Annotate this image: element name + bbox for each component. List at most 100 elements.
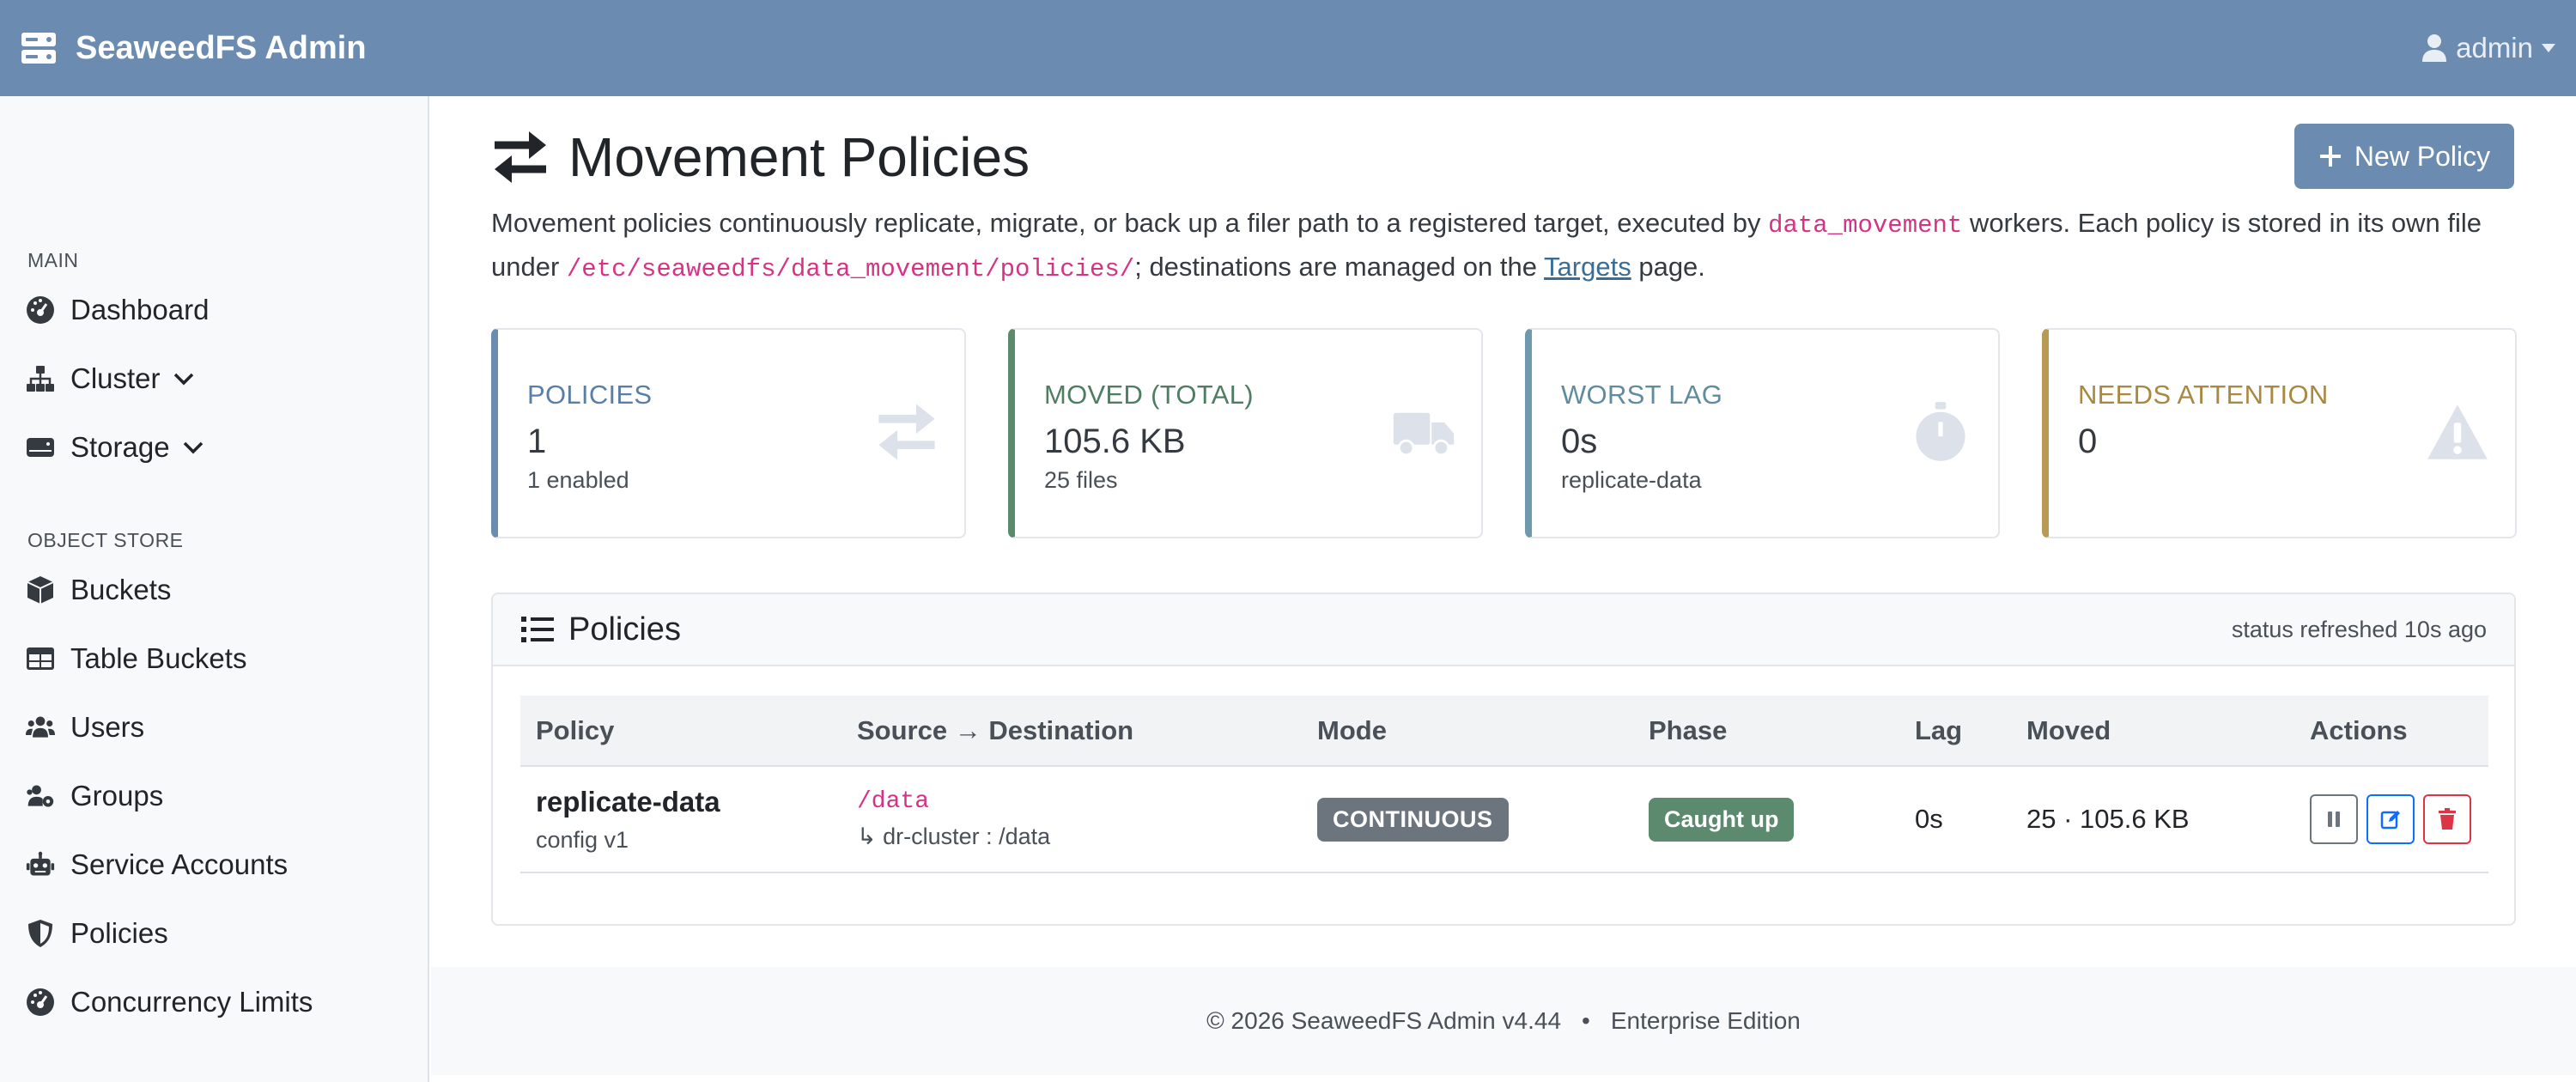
col-moved: Moved (2011, 696, 2294, 767)
truck-icon (1393, 412, 1455, 457)
policy-config: config v1 (536, 826, 629, 853)
users-icon (26, 716, 55, 738)
sidebar-heading-main: MAIN (27, 249, 79, 271)
stopwatch-icon (1916, 402, 1965, 461)
desc-text: ; destinations are managed on the (1134, 252, 1545, 282)
delete-button[interactable] (2423, 794, 2471, 844)
desc-text: Movement policies continuously replicate… (491, 208, 1769, 238)
footer-copyright: © 2026 SeaweedFS Admin v4.44 (1206, 1007, 1562, 1034)
policy-name[interactable]: replicate-data (536, 786, 841, 818)
table-icon (27, 647, 54, 670)
destination-path: ↳ dr-cluster : /data (857, 824, 1051, 849)
pause-button[interactable] (2310, 794, 2358, 844)
page-description: Movement policies continuously replicate… (491, 203, 2518, 290)
main-content: Movement Policies New Policy Movement po… (431, 96, 2576, 1082)
footer: © 2026 SeaweedFS Admin v4.44 • Enterpris… (431, 967, 2576, 1075)
sidebar-item-concurrency-limits[interactable]: Concurrency Limits (26, 986, 313, 1018)
shield-icon (28, 920, 52, 947)
user-icon (2422, 34, 2447, 62)
list-icon (521, 617, 554, 642)
stat-label: NEEDS ATTENTION (2078, 380, 2329, 410)
desc-text: page. (1631, 252, 1705, 282)
mode-badge: CONTINUOUS (1317, 797, 1509, 842)
col-actions: Actions (2294, 696, 2488, 767)
source-destination-cell: /data ↳ dr-cluster : /data (841, 766, 1302, 873)
chevron-down-icon (173, 373, 193, 386)
stat-value: 0 (2078, 422, 2098, 460)
exchange-icon (878, 404, 935, 460)
desc-code-worker: data_movement (1768, 211, 1963, 240)
footer-edition: Enterprise Edition (1610, 1007, 1801, 1034)
sidebar-item-service-accounts[interactable]: Service Accounts (26, 848, 288, 881)
brand[interactable]: SeaweedFS Admin (21, 30, 367, 67)
sidebar-item-storage[interactable]: Storage (26, 431, 204, 464)
edit-button[interactable] (2366, 794, 2415, 844)
sidebar-item-label: Groups (70, 780, 164, 812)
sidebar-item-groups[interactable]: Groups (26, 780, 163, 812)
stat-card-worst-lag: WORST LAG 0s replicate-data (1525, 328, 2000, 538)
sidebar-item-dashboard[interactable]: Dashboard (26, 294, 209, 326)
lag-cell: 0s (1899, 766, 2011, 873)
sitemap-icon (27, 366, 54, 392)
pause-icon (2328, 812, 2340, 827)
trash-icon (2439, 808, 2456, 830)
dashboard-icon (27, 296, 54, 324)
panel-title: Policies (520, 611, 681, 648)
hdd-icon (27, 438, 54, 457)
user-menu[interactable]: admin (2421, 32, 2555, 64)
new-policy-label: New Policy (2354, 140, 2491, 172)
gauge-icon (27, 988, 54, 1016)
footer-separator: • (1582, 1007, 1590, 1034)
sidebar-item-label: Users (70, 711, 145, 743)
policies-panel: Policies status refreshed 10s ago Policy… (491, 593, 2516, 926)
sidebar-item-policies[interactable]: Policies (26, 917, 168, 950)
edit-icon (2380, 811, 2400, 830)
stat-value: 105.6 KB (1044, 422, 1186, 460)
targets-link[interactable]: Targets (1544, 252, 1631, 282)
phase-cell: Caught up (1633, 766, 1899, 873)
new-policy-button[interactable]: New Policy (2294, 124, 2514, 189)
col-policy: Policy (520, 696, 841, 767)
stat-label: POLICIES (527, 380, 653, 410)
sidebar-item-label: Cluster (70, 362, 161, 394)
desc-code-path: /etc/seaweedfs/data_movement/policies/ (566, 255, 1135, 283)
actions-cell (2294, 766, 2488, 873)
stat-sub: replicate-data (1561, 467, 1702, 493)
col-source-destination: Source → Destination (841, 696, 1302, 767)
sidebar-item-label: Storage (70, 431, 170, 463)
phase-badge: Caught up (1649, 797, 1795, 842)
stat-card-policies: POLICIES 1 1 enabled (491, 328, 966, 538)
plus-icon (2319, 146, 2341, 167)
col-phase: Phase (1633, 696, 1899, 767)
stat-value: 1 (527, 422, 547, 460)
moved-cell: 25 · 105.6 KB (2011, 766, 2294, 873)
policies-table: Policy Source → Destination Mode Phase L… (520, 696, 2488, 873)
source-path: /data (857, 788, 930, 815)
chevron-down-icon (183, 441, 203, 454)
sidebar-heading-object-store: OBJECT STORE (27, 529, 184, 551)
stat-card-moved: MOVED (TOTAL) 105.6 KB 25 files (1008, 328, 1483, 538)
exchange-icon (495, 131, 546, 183)
stat-card-needs-attention: NEEDS ATTENTION 0 (2042, 328, 2517, 538)
users-cog-icon (27, 785, 54, 807)
cube-icon (27, 576, 54, 604)
sidebar-item-table-buckets[interactable]: Table Buckets (26, 642, 246, 675)
sidebar-item-cluster[interactable]: Cluster (26, 362, 195, 395)
sidebar-item-buckets[interactable]: Buckets (26, 574, 171, 606)
sidebar-item-label: Service Accounts (70, 848, 289, 880)
warning-icon (2427, 404, 2488, 459)
stat-label: WORST LAG (1561, 380, 1723, 410)
top-navbar: SeaweedFS Admin admin (0, 0, 2576, 96)
sidebar-item-users[interactable]: Users (26, 711, 144, 744)
mode-cell: CONTINUOUS (1302, 766, 1633, 873)
col-lag: Lag (1899, 696, 2011, 767)
stat-value: 0s (1561, 422, 1598, 460)
sidebar-item-label: Concurrency Limits (70, 986, 313, 1018)
table-row: replicate-data config v1 /data ↳ dr-clus… (520, 766, 2488, 873)
sidebar-item-label: Dashboard (70, 294, 210, 325)
sidebar-item-label: Table Buckets (70, 642, 247, 674)
brand-name: SeaweedFS Admin (76, 29, 367, 66)
sidebar: MAIN Dashboard Cluster Storage OBJECT ST… (0, 96, 429, 1082)
panel-title-text: Policies (568, 611, 681, 647)
page-title-text: Movement Policies (568, 126, 1030, 188)
